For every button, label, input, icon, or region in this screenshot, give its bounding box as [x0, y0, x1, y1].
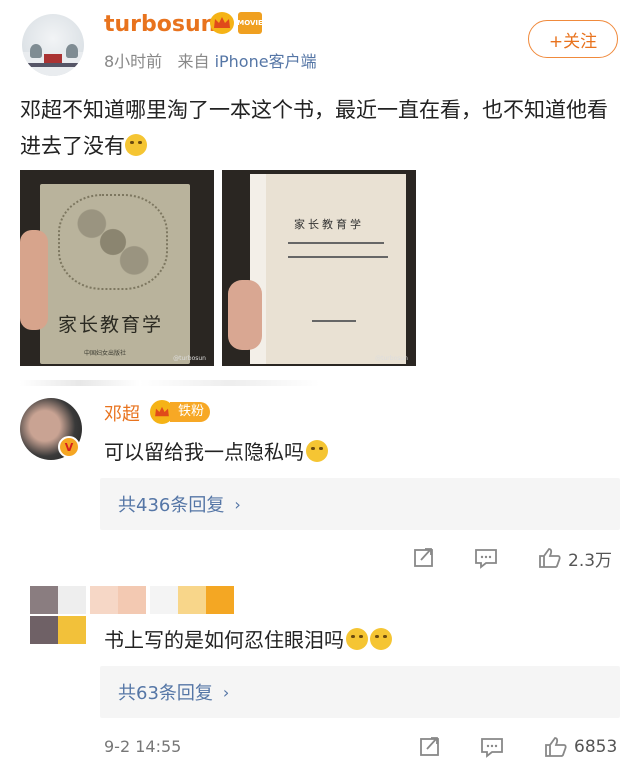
verified-v-icon: V	[58, 436, 80, 458]
like-count: 6853	[574, 737, 618, 757]
user-avatar[interactable]	[22, 14, 84, 76]
comment-text: 可以留给我一点隐私吗	[104, 436, 328, 465]
comment-timestamp: 9-2 14:55	[104, 737, 182, 756]
ornament-pattern	[58, 194, 168, 290]
username[interactable]: turbosun	[104, 12, 216, 37]
post-header: turbosun MOVIE 8小时前 来自 iPhone客户端 +关注	[0, 0, 640, 88]
like-count: 2.3万	[568, 550, 613, 571]
fan-badge-label: 铁粉	[170, 402, 211, 422]
commenter-name[interactable]: 邓超	[104, 400, 140, 426]
blurred-strip	[20, 380, 320, 386]
chevron-right-icon: ›	[234, 494, 241, 514]
comment-actions: 6853	[418, 733, 617, 761]
replies-link[interactable]: 共63条回复 ›	[100, 666, 620, 718]
fan-badge: 铁粉	[150, 400, 211, 424]
post-image-1[interactable]: 家长教育学 中国妇女出版社 @turbosun	[20, 170, 214, 366]
post-text: 邓超不知道哪里淘了一本这个书，最近一直在看，也不知道他看进去了没有	[20, 92, 620, 164]
image-watermark: @turbosun	[375, 355, 408, 362]
cat-emoji-icon	[306, 440, 328, 462]
like-icon[interactable]	[544, 736, 568, 758]
book-title-page: 家长教育学	[266, 174, 406, 364]
comment-text-content: 可以留给我一点隐私吗	[104, 440, 304, 464]
comment-text-content: 书上写的是如何忍住眼泪吗	[104, 628, 344, 652]
post-text-content: 邓超不知道哪里淘了一本这个书，最近一直在看，也不知道他看进去了没有	[20, 98, 608, 158]
book-cover: 家长教育学 中国妇女出版社	[40, 184, 190, 364]
cat-emoji-icon	[370, 628, 392, 650]
share-icon[interactable]	[412, 547, 436, 569]
follow-button[interactable]: +关注	[528, 20, 618, 58]
book-publisher: 中国妇女出版社	[84, 350, 127, 357]
thinking-emoji-icon	[125, 134, 147, 156]
book-title-small: 家长教育学	[294, 218, 364, 231]
post-source[interactable]: iPhone客户端	[215, 52, 317, 71]
replies-label: 共436条回复	[118, 495, 225, 516]
book-title: 家长教育学	[58, 314, 164, 336]
replies-link[interactable]: 共436条回复 ›	[100, 478, 620, 530]
post-meta: 8小时前 来自 iPhone客户端	[104, 48, 317, 72]
comment-icon[interactable]	[474, 547, 498, 569]
movie-badge: MOVIE	[237, 12, 263, 34]
share-icon[interactable]	[418, 736, 442, 758]
cat-emoji-icon	[346, 628, 368, 650]
like-icon[interactable]	[538, 547, 562, 569]
comment-text: 书上写的是如何忍住眼泪吗	[104, 624, 392, 653]
post-time: 8小时前	[104, 52, 163, 71]
replies-label: 共63条回复	[118, 683, 213, 704]
comment-actions: 2.3万	[412, 544, 612, 572]
hand-image	[20, 230, 48, 330]
image-watermark: @turbosun	[173, 355, 206, 362]
chevron-right-icon: ›	[222, 682, 230, 702]
post-image-2[interactable]: 家长教育学 @turbosun	[222, 170, 416, 366]
source-prefix: 来自	[177, 52, 210, 71]
hand-image	[228, 280, 262, 350]
crown-icon	[210, 12, 234, 34]
comment-icon[interactable]	[480, 736, 504, 758]
